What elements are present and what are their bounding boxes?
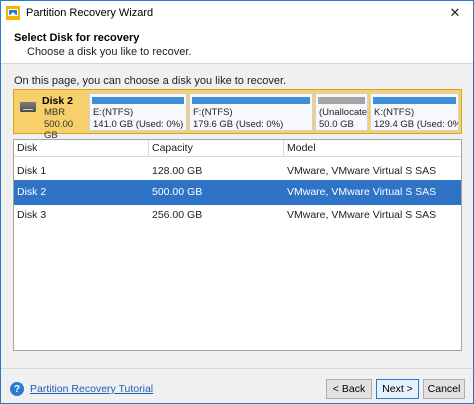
partition-info: 50.0 GB: [319, 119, 354, 130]
table-header: Disk Capacity Model: [14, 140, 461, 157]
partition-block[interactable]: (Unallocated) 50.0 GB: [315, 93, 368, 131]
disk-cell: Disk 3: [17, 209, 47, 221]
table-row-selected[interactable]: Disk 2 500.00 GB VMware, VMware Virtual …: [14, 180, 461, 205]
next-button[interactable]: Next >: [376, 379, 419, 399]
model-cell: VMware, VMware Virtual S SAS: [287, 209, 437, 221]
page-title: Select Disk for recovery: [14, 32, 140, 44]
disk-map-type: MBR: [44, 107, 66, 118]
window-title: Partition Recovery Wizard: [26, 7, 154, 19]
disk-map-size: 500.00 GB: [44, 119, 74, 141]
partition-label: K:(NTFS): [374, 107, 415, 118]
disk-table: Disk Capacity Model Disk 1 128.00 GB VMw…: [13, 139, 462, 351]
table-row[interactable]: Disk 3 256.00 GB VMware, VMware Virtual …: [14, 203, 461, 228]
partition-label: E:(NTFS): [93, 107, 134, 118]
app-icon: [6, 6, 20, 20]
hard-disk-icon: [20, 102, 36, 112]
model-cell: VMware, VMware Virtual S SAS: [287, 186, 437, 198]
partition-label: F:(NTFS): [193, 107, 233, 118]
disk-map-card[interactable]: Disk 2 MBR 500.00 GB: [16, 92, 87, 141]
close-icon[interactable]: ✕: [441, 4, 469, 22]
help-icon[interactable]: ?: [10, 382, 24, 396]
partition-usage-bar: [192, 97, 310, 104]
title-bar: Partition Recovery Wizard ✕: [1, 1, 473, 25]
column-header-disk[interactable]: Disk: [14, 140, 149, 157]
wizard-header: Select Disk for recovery Choose a disk y…: [1, 25, 473, 64]
footer-divider: [1, 368, 473, 369]
tutorial-link[interactable]: Partition Recovery Tutorial: [30, 383, 153, 395]
disk-map-name: Disk 2: [42, 95, 73, 107]
partition-label: (Unallocated): [319, 107, 368, 118]
partition-usage-bar: [373, 97, 456, 104]
back-button[interactable]: < Back: [326, 379, 372, 399]
disk-map[interactable]: Disk 2 MBR 500.00 GB E:(NTFS) 141.0 GB (…: [13, 89, 462, 141]
partition-info: 179.6 GB (Used: 0%): [193, 119, 284, 130]
capacity-cell: 500.00 GB: [152, 186, 203, 198]
column-header-capacity[interactable]: Capacity: [149, 140, 284, 157]
page-subtitle: Choose a disk you like to recover.: [27, 46, 192, 58]
partition-info: 141.0 GB (Used: 0%): [93, 119, 184, 130]
column-header-model[interactable]: Model: [284, 140, 461, 157]
intro-text: On this page, you can choose a disk you …: [14, 75, 287, 87]
capacity-cell: 256.00 GB: [152, 209, 203, 221]
partition-block[interactable]: F:(NTFS) 179.6 GB (Used: 0%): [189, 93, 313, 131]
cancel-button[interactable]: Cancel: [423, 379, 465, 399]
partition-block[interactable]: E:(NTFS) 141.0 GB (Used: 0%): [89, 93, 187, 131]
partition-usage-bar: [318, 97, 365, 104]
partition-block[interactable]: K:(NTFS) 129.4 GB (Used: 0%): [370, 93, 459, 131]
disk-cell: Disk 2: [17, 186, 47, 198]
wizard-window: Partition Recovery Wizard ✕ Select Disk …: [0, 0, 474, 404]
partition-info: 129.4 GB (Used: 0%): [374, 119, 459, 130]
partition-usage-bar: [92, 97, 184, 104]
